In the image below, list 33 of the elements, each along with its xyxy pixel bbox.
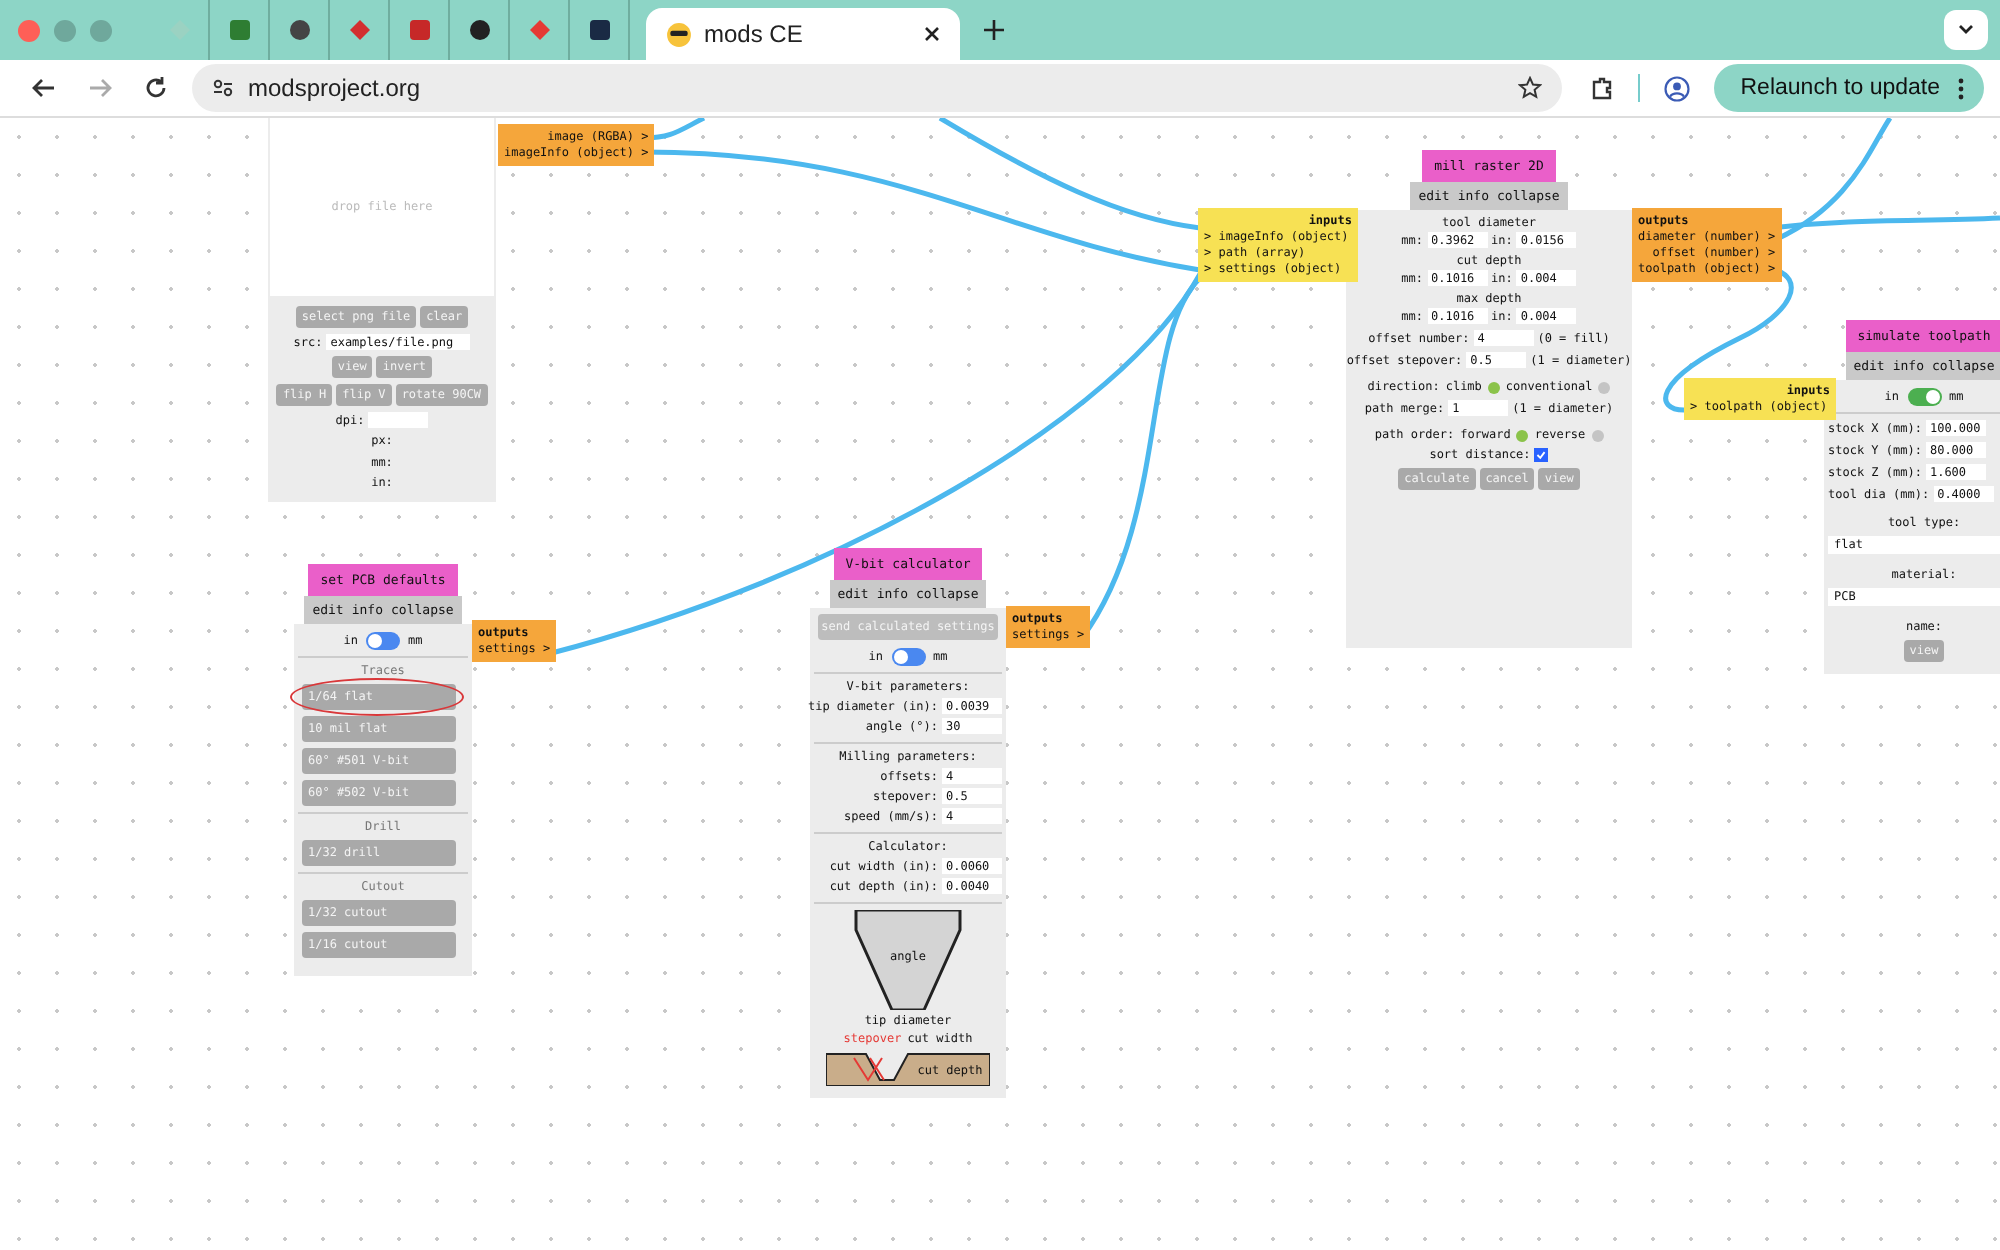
sunglasses-emoji-icon — [666, 21, 692, 47]
browser-tab[interactable]: mods CE — [646, 8, 960, 60]
extensions-icon[interactable] — [1590, 76, 1615, 100]
chevron-down-icon[interactable] — [1958, 24, 1974, 36]
site-icon — [287, 18, 311, 42]
radio-button[interactable] — [1487, 381, 1500, 393]
radio-button[interactable] — [1591, 429, 1604, 441]
forward-icon[interactable] — [88, 76, 112, 100]
star-icon[interactable] — [1518, 76, 1543, 100]
reload-icon[interactable] — [144, 76, 168, 100]
site-icon — [227, 18, 251, 42]
unit-toggle[interactable] — [366, 632, 400, 650]
radio-button[interactable] — [1598, 381, 1611, 393]
close-icon[interactable] — [924, 26, 940, 42]
site-icon — [347, 18, 371, 42]
relaunch-button[interactable]: Relaunch to update — [1714, 64, 1984, 112]
radio-button[interactable] — [1516, 429, 1529, 441]
site-icon — [587, 18, 611, 42]
back-icon[interactable] — [32, 76, 56, 100]
address-bar[interactable]: modsproject.org — [192, 64, 1563, 112]
profile-icon[interactable] — [1664, 75, 1691, 101]
unit-toggle[interactable] — [891, 648, 925, 666]
site-icon — [527, 18, 551, 42]
checkbox[interactable] — [1534, 448, 1549, 462]
v-bit-drawing — [854, 910, 962, 1010]
new-tab-icon[interactable] — [984, 20, 1004, 40]
stepover-path-drawing — [853, 1057, 885, 1082]
unit-toggle[interactable] — [1907, 388, 1941, 406]
close-window-button[interactable] — [18, 19, 40, 41]
site-icon — [467, 18, 491, 42]
site-icon — [407, 18, 431, 42]
site-settings-icon[interactable] — [212, 78, 234, 98]
more-icon[interactable] — [1958, 77, 1964, 99]
